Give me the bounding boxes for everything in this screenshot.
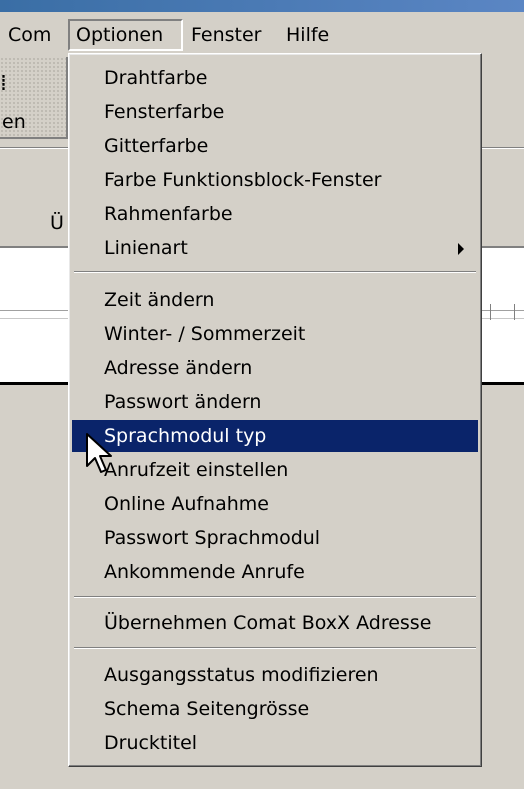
menu-item-adresse-aendern[interactable]: Adresse ändern	[72, 352, 478, 384]
menu-item-passwort-aendern[interactable]: Passwort ändern	[72, 386, 478, 418]
mouse-pointer-icon	[86, 433, 112, 473]
menu-separator	[74, 271, 476, 273]
ruler-tick	[490, 304, 491, 320]
menu-separator	[74, 647, 476, 649]
menu-item-linienart[interactable]: Linienart	[72, 232, 478, 264]
menu-separator	[74, 596, 476, 598]
menu-com[interactable]: Com	[2, 19, 57, 51]
menu-fenster[interactable]: Fenster	[185, 19, 267, 51]
ruler-tick	[514, 304, 515, 320]
menu-item-drucktitel[interactable]: Drucktitel	[72, 727, 478, 759]
partial-label: Ü	[50, 212, 64, 234]
menu-item-passwort-sprachmodul[interactable]: Passwort Sprachmodul	[72, 522, 478, 554]
submenu-arrow-icon	[458, 243, 464, 255]
menu-item-anrufzeit-einstellen[interactable]: Anrufzeit einstellen	[72, 454, 478, 486]
menu-item-farbe-funktionsblock-fenster[interactable]: Farbe Funktionsblock-Fenster	[72, 164, 478, 196]
menu-item-ankommende-anrufe[interactable]: Ankommende Anrufe	[72, 556, 478, 588]
menu-item-linienart-label: Linienart	[104, 237, 188, 259]
toolbar-button-icon: ⁞	[0, 71, 7, 96]
menu-item-rahmenfarbe[interactable]: Rahmenfarbe	[72, 198, 478, 230]
menu-item-winter-sommerzeit[interactable]: Winter- / Sommerzeit	[72, 318, 478, 350]
menu-item-zeit-aendern[interactable]: Zeit ändern	[72, 284, 478, 316]
menu-item-uebernehmen-comat-boxx-adresse[interactable]: Übernehmen Comat BoxX Adresse	[72, 607, 478, 639]
menu-item-online-aufnahme[interactable]: Online Aufnahme	[72, 488, 478, 520]
menu-item-schema-seitengroesse[interactable]: Schema Seitengrösse	[72, 693, 478, 725]
menu-item-fensterfarbe[interactable]: Fensterfarbe	[72, 96, 478, 128]
menu-item-ausgangsstatus-modifizieren[interactable]: Ausgangsstatus modifizieren	[72, 659, 478, 691]
menu-bar: Com Optionen Fenster Hilfe	[0, 12, 524, 54]
menu-item-sprachmodul-typ[interactable]: Sprachmodul typ	[72, 420, 478, 452]
toolbar-button[interactable]: ⁞ en	[0, 57, 68, 139]
optionen-dropdown-menu: Drahtfarbe Fensterfarbe Gitterfarbe Farb…	[68, 53, 482, 767]
title-bar	[0, 0, 524, 12]
menu-hilfe[interactable]: Hilfe	[280, 19, 335, 51]
menu-optionen[interactable]: Optionen	[68, 19, 183, 51]
menu-item-gitterfarbe[interactable]: Gitterfarbe	[72, 130, 478, 162]
toolbar-button-label: en	[2, 111, 26, 133]
menu-item-drahtfarbe[interactable]: Drahtfarbe	[72, 62, 478, 94]
